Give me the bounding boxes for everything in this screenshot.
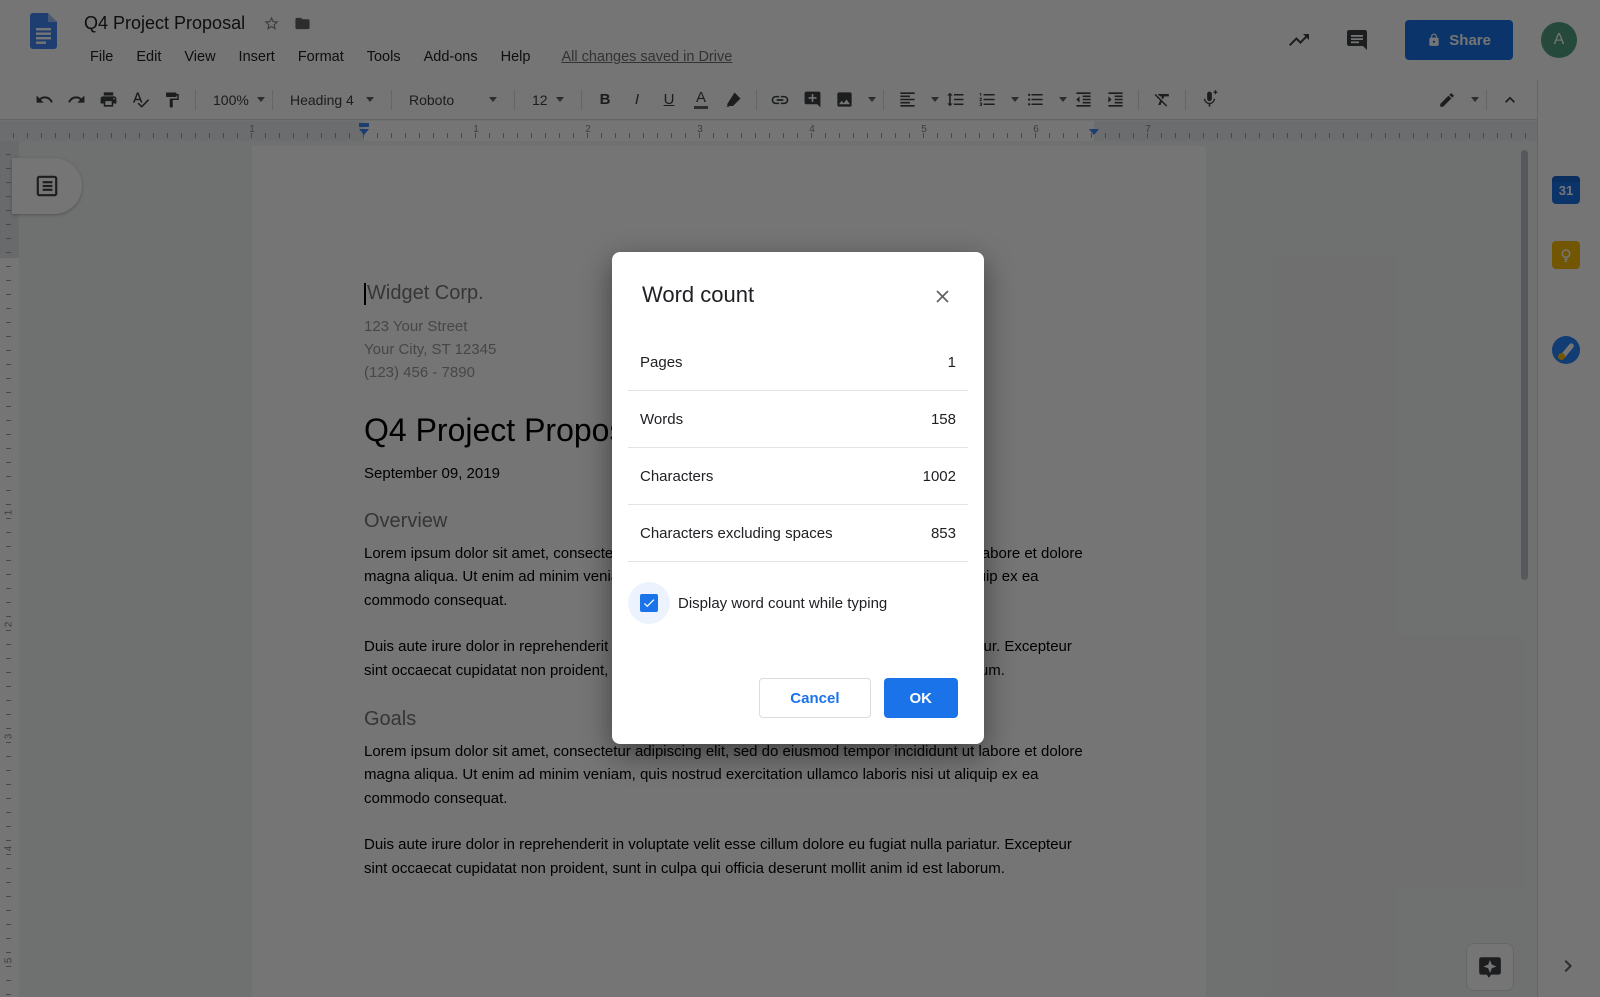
cancel-button[interactable]: Cancel — [759, 678, 870, 718]
word-count-dialog: Word count Pages 1 Words 158 Characters … — [612, 252, 984, 744]
stat-row-characters: Characters 1002 — [612, 448, 984, 504]
ok-button[interactable]: OK — [884, 678, 959, 718]
checkbox-checked-icon — [640, 594, 658, 612]
close-icon — [932, 286, 953, 307]
stat-row-words: Words 158 — [612, 391, 984, 447]
google-docs-app: Q4 Project Proposal File Edit View Inser… — [0, 0, 1600, 997]
checkbox-halo — [628, 582, 670, 624]
dialog-title: Word count — [612, 252, 984, 308]
close-dialog-button[interactable] — [930, 284, 954, 308]
stat-row-pages: Pages 1 — [612, 334, 984, 390]
divider — [628, 561, 968, 562]
stat-row-characters-no-spaces: Characters excluding spaces 853 — [612, 505, 984, 561]
checkbox-label: Display word count while typing — [678, 595, 887, 612]
display-word-count-checkbox[interactable]: Display word count while typing — [628, 582, 984, 624]
